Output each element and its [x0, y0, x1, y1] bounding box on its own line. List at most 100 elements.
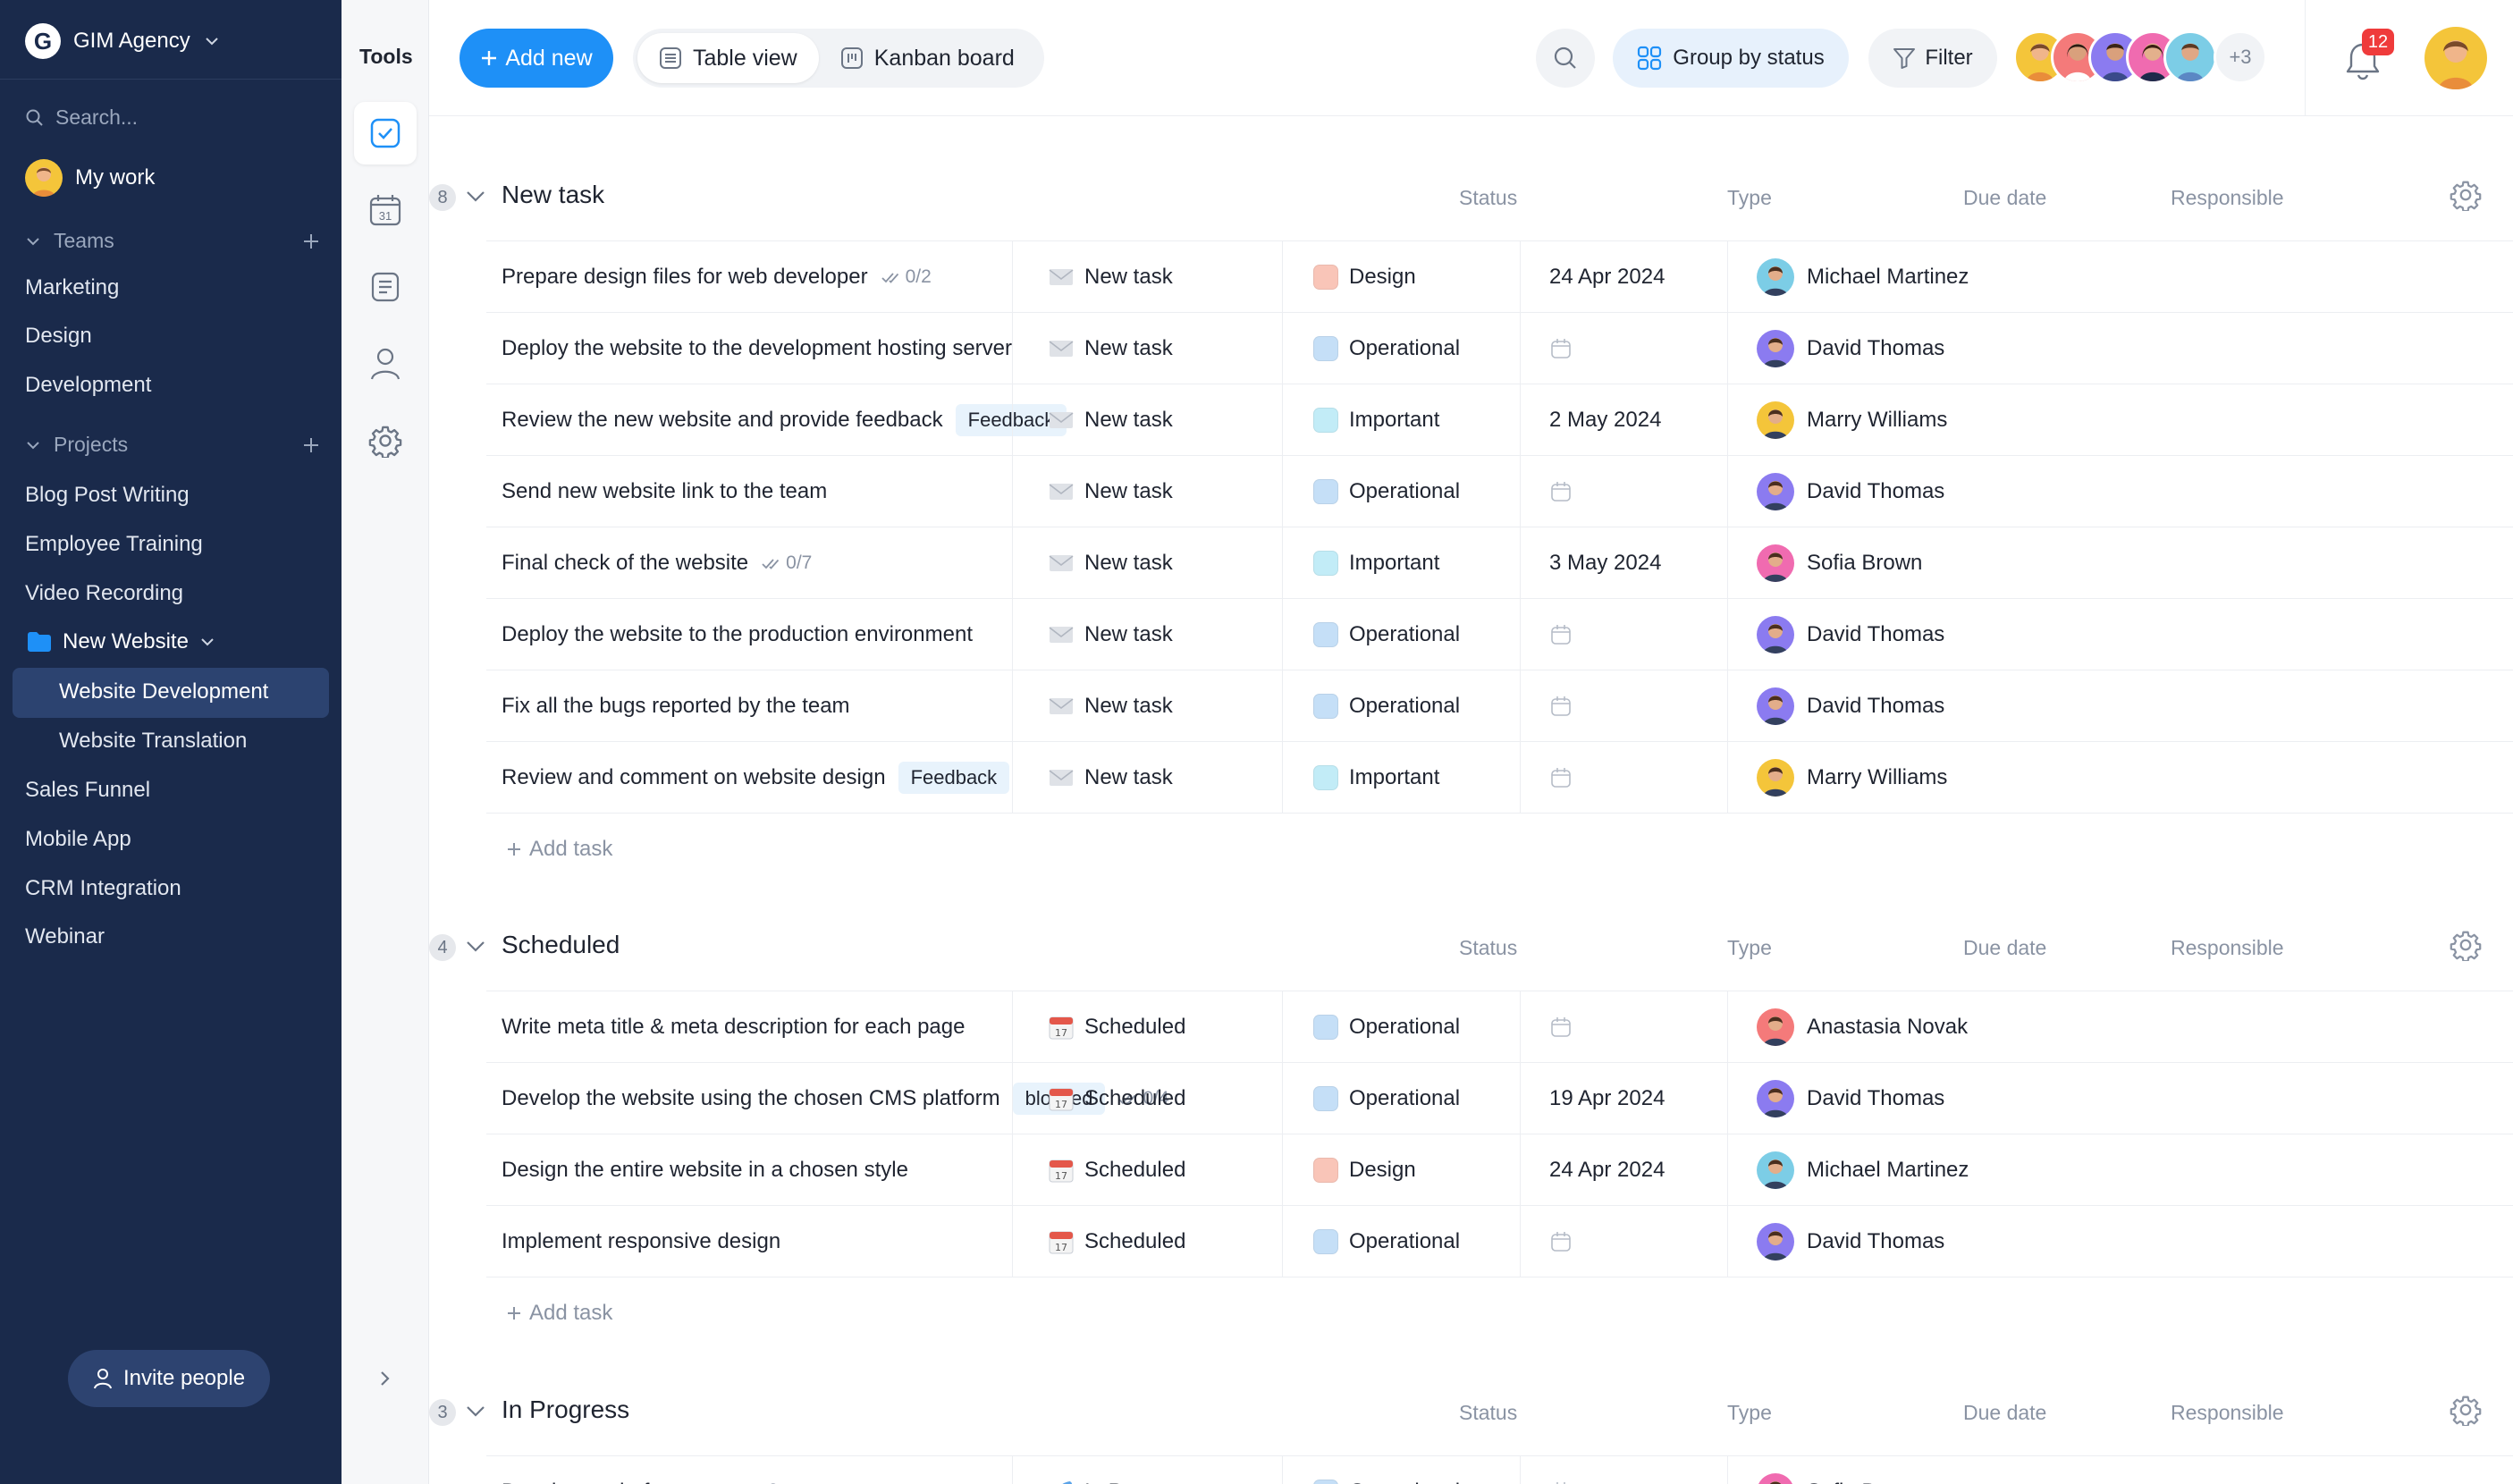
table-row[interactable]: Send new website link to the team New tas…: [486, 456, 2513, 527]
chevron-down-icon[interactable]: [463, 1399, 488, 1424]
add-new-button[interactable]: Add new: [460, 29, 613, 88]
status-cell[interactable]: 17 Scheduled: [1012, 991, 1282, 1062]
gear-icon[interactable]: [2450, 1394, 2482, 1426]
table-row[interactable]: Deploy the website to the development ho…: [486, 313, 2513, 384]
type-cell[interactable]: Operational: [1282, 1063, 1520, 1134]
table-row[interactable]: Design the entire website in a chosen st…: [486, 1134, 2513, 1206]
column-header-due[interactable]: Due date: [1963, 1401, 2046, 1425]
chevron-down-icon[interactable]: [463, 184, 488, 209]
gear-icon[interactable]: [2450, 179, 2482, 211]
table-row[interactable]: Final check of the website 0/7 New task Imp…: [486, 527, 2513, 599]
type-cell[interactable]: Important: [1282, 527, 1520, 598]
task-name-cell[interactable]: Deploy the website to the development ho…: [502, 313, 1012, 384]
type-cell[interactable]: Important: [1282, 742, 1520, 813]
table-row[interactable]: Prepare design files for web developer 0/…: [486, 241, 2513, 313]
column-header-due[interactable]: Due date: [1963, 936, 2046, 960]
tool-tasks[interactable]: [354, 102, 417, 164]
table-row[interactable]: Deploy the website to the production env…: [486, 599, 2513, 670]
status-cell[interactable]: New task: [1012, 742, 1282, 813]
type-cell[interactable]: Design: [1282, 241, 1520, 312]
responsible-cell[interactable]: Michael Martinez: [1727, 241, 2085, 312]
responsible-cell[interactable]: Michael Martinez: [1727, 1134, 2085, 1205]
status-cell[interactable]: New task: [1012, 670, 1282, 741]
responsible-cell[interactable]: Anastasia Novak: [1727, 991, 2085, 1062]
task-name-cell[interactable]: Write meta title & meta description for …: [502, 991, 965, 1062]
search-button[interactable]: [1536, 29, 1595, 88]
workspace-switcher[interactable]: G GIM Agency: [25, 23, 221, 59]
responsible-cell[interactable]: David Thomas: [1727, 1206, 2085, 1277]
table-row[interactable]: Develop the website using the chosen CMS…: [486, 1063, 2513, 1134]
due-date-cell[interactable]: [1520, 599, 1727, 670]
responsible-cell[interactable]: Marry Williams: [1727, 384, 2085, 455]
status-cell[interactable]: 17 Scheduled: [1012, 1134, 1282, 1205]
tool-people[interactable]: [354, 333, 417, 395]
teams-section-header[interactable]: Teams: [25, 229, 320, 253]
task-name-cell[interactable]: Deploy the website to the production env…: [502, 599, 973, 670]
responsible-cell[interactable]: David Thomas: [1727, 599, 2085, 670]
task-name-cell[interactable]: Send new website link to the team: [502, 456, 827, 527]
column-header-status[interactable]: Status: [1459, 1401, 1517, 1425]
responsible-cell[interactable]: Sofia Brown: [1727, 527, 2085, 598]
tool-calendar[interactable]: 31: [354, 179, 417, 241]
tool-notes[interactable]: [354, 256, 417, 318]
sidebar-folder-new-website[interactable]: New Website: [27, 629, 215, 654]
column-header-type[interactable]: Type: [1727, 936, 1772, 960]
sidebar-item-marketing[interactable]: Marketing: [25, 275, 119, 300]
group-by-status-button[interactable]: Group by status: [1613, 29, 1849, 88]
sidebar-item-mobile-app[interactable]: Mobile App: [25, 827, 131, 852]
table-row[interactable]: Review and comment on website design Feed…: [486, 742, 2513, 814]
type-cell[interactable]: Operational: [1282, 313, 1520, 384]
sidebar-item-employee-training[interactable]: Employee Training: [25, 532, 203, 557]
responsible-cell[interactable]: David Thomas: [1727, 1063, 2085, 1134]
sidebar-item-website-translation[interactable]: Website Translation: [59, 729, 247, 754]
current-user-avatar[interactable]: [2424, 27, 2487, 89]
type-cell[interactable]: Operational: [1282, 991, 1520, 1062]
responsible-cell[interactable]: Sofia Brown: [1727, 1456, 2085, 1484]
type-cell[interactable]: Design: [1282, 1134, 1520, 1205]
sidebar-item-my-work[interactable]: My work: [25, 159, 155, 197]
sidebar-item-crm-integration[interactable]: CRM Integration: [25, 876, 181, 901]
status-cell[interactable]: 17 Scheduled: [1012, 1063, 1282, 1134]
column-header-due[interactable]: Due date: [1963, 186, 2046, 210]
sidebar-item-website-development[interactable]: Website Development: [59, 679, 268, 704]
gear-icon[interactable]: [2450, 929, 2482, 961]
sidebar-item-webinar[interactable]: Webinar: [25, 924, 105, 949]
due-date-cell[interactable]: [1520, 456, 1727, 527]
sidebar-item-design[interactable]: Design: [25, 324, 92, 349]
tool-settings[interactable]: [354, 409, 417, 472]
tab-kanban-board[interactable]: Kanban board: [819, 33, 1036, 83]
projects-section-header[interactable]: Projects: [25, 433, 320, 457]
type-cell[interactable]: Operational: [1282, 1456, 1520, 1484]
column-header-type[interactable]: Type: [1727, 186, 1772, 210]
table-row[interactable]: Develop a wireframe 2 1 In Progress Operatio…: [486, 1456, 2513, 1484]
status-cell[interactable]: 17 Scheduled: [1012, 1206, 1282, 1277]
type-cell[interactable]: Operational: [1282, 456, 1520, 527]
due-date-cell[interactable]: [1520, 991, 1727, 1062]
column-header-responsible[interactable]: Responsible: [2171, 936, 2284, 960]
add-task-button[interactable]: Add task: [506, 1301, 612, 1326]
due-date-cell[interactable]: 24 Apr 2024: [1520, 1134, 1727, 1205]
chevron-down-icon[interactable]: [463, 934, 488, 959]
responsible-cell[interactable]: David Thomas: [1727, 670, 2085, 741]
table-row[interactable]: Fix all the bugs reported by the team New…: [486, 670, 2513, 742]
filter-button[interactable]: Filter: [1868, 29, 1997, 88]
sidebar-item-sales-funnel[interactable]: Sales Funnel: [25, 778, 150, 803]
status-cell[interactable]: In Progress: [1012, 1456, 1282, 1484]
due-date-cell[interactable]: 2 May 2024: [1520, 384, 1727, 455]
member-avatars[interactable]: +3: [2013, 30, 2267, 84]
table-row[interactable]: Review the new website and provide feedb…: [486, 384, 2513, 456]
type-cell[interactable]: Important: [1282, 384, 1520, 455]
status-cell[interactable]: New task: [1012, 527, 1282, 598]
type-cell[interactable]: Operational: [1282, 599, 1520, 670]
status-cell[interactable]: New task: [1012, 456, 1282, 527]
task-name-cell[interactable]: Develop a wireframe 2 1: [502, 1456, 794, 1484]
sidebar-item-blog-post-writing[interactable]: Blog Post Writing: [25, 483, 190, 508]
tab-table-view[interactable]: Table view: [637, 33, 819, 83]
task-name-cell[interactable]: Design the entire website in a chosen st…: [502, 1134, 908, 1205]
task-name-cell[interactable]: Implement responsive design: [502, 1206, 780, 1277]
due-date-cell[interactable]: [1520, 742, 1727, 813]
plus-icon[interactable]: [302, 232, 320, 250]
task-name-cell[interactable]: Fix all the bugs reported by the team: [502, 670, 850, 741]
due-date-cell[interactable]: [1520, 1456, 1727, 1484]
task-name-cell[interactable]: Review and comment on website design Feed…: [502, 742, 1010, 813]
